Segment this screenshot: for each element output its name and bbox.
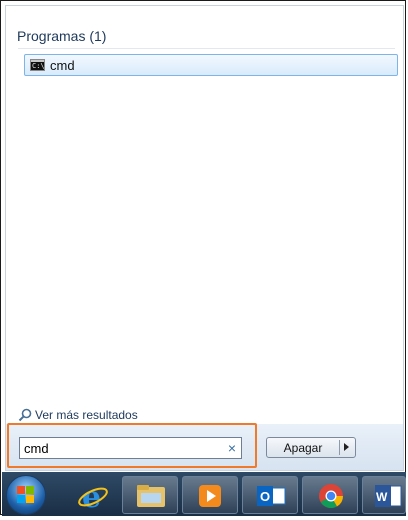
folder-icon[interactable] (122, 476, 178, 514)
word-icon[interactable]: W (362, 476, 406, 514)
svg-text:W: W (376, 490, 388, 504)
start-menu: Programas (1) C:\_ cmd Ver más resultado… (5, 5, 404, 471)
shutdown-label: Apagar (283, 441, 323, 455)
search-icon (18, 408, 32, 422)
screenshot-frame: Programas (1) C:\_ cmd Ver más resultado… (0, 0, 406, 516)
taskbar: e O W (2, 472, 406, 516)
windows-logo-icon[interactable] (6, 475, 46, 515)
svg-text:O: O (260, 489, 270, 504)
chrome-icon[interactable] (302, 476, 358, 514)
search-result-cmd[interactable]: C:\_ cmd (24, 54, 398, 76)
media-player-icon[interactable] (182, 476, 238, 514)
outlook-icon[interactable]: O (242, 476, 298, 514)
cmd-icon: C:\_ (30, 59, 49, 71)
shutdown-options-arrow-icon[interactable] (344, 443, 349, 451)
internet-explorer-icon[interactable]: e (64, 476, 120, 515)
svg-text:e: e (82, 480, 101, 515)
section-divider (18, 48, 395, 49)
shutdown-button[interactable]: Apagar (266, 437, 356, 458)
programs-section-title: Programas (1) (17, 28, 107, 44)
more-results-label: Ver más resultados (35, 408, 138, 422)
result-label: cmd (50, 58, 75, 73)
shutdown-separator (339, 440, 340, 455)
search-highlight-annotation (7, 423, 257, 468)
